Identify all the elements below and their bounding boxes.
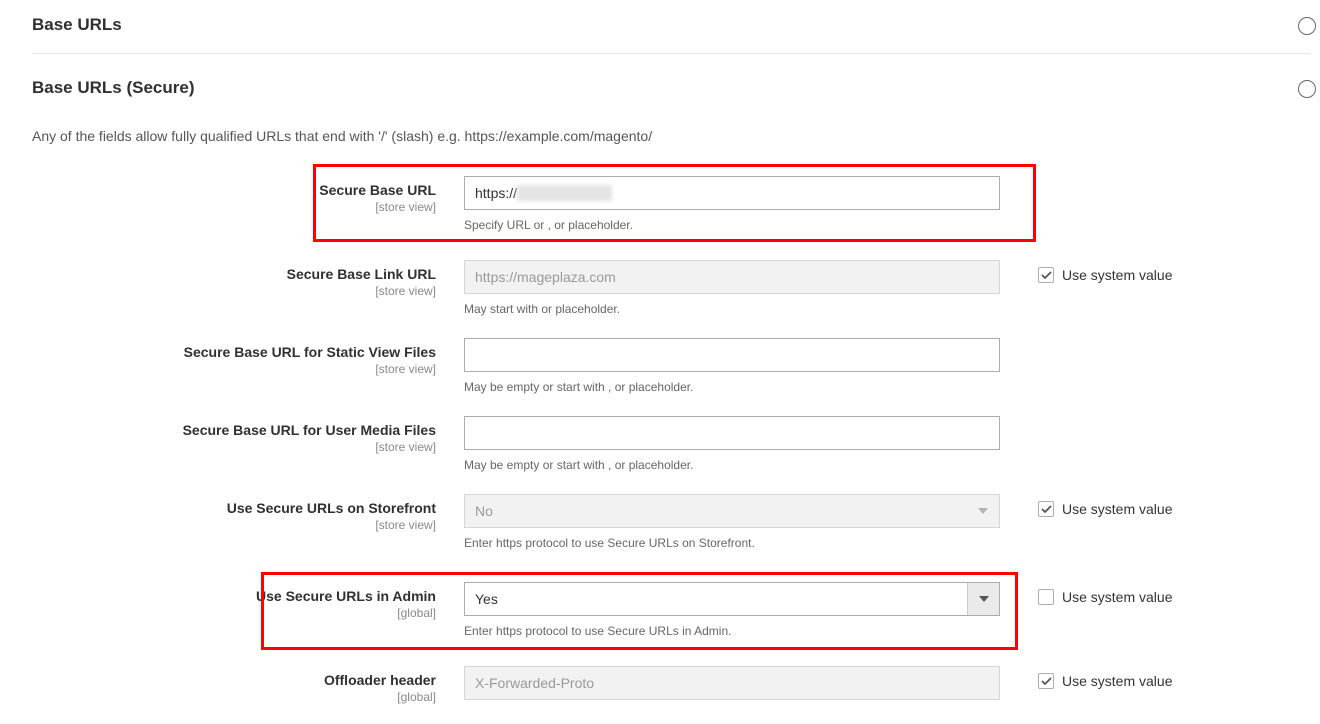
use-system-value-checkbox[interactable] (1038, 589, 1054, 605)
field-scope: [store view] (32, 362, 436, 376)
use-system-value-checkbox[interactable] (1038, 267, 1054, 283)
field-hint: May be empty or start with , or placehol… (464, 380, 1000, 394)
secure-base-link-url-input (464, 260, 1000, 294)
field-scope: [global] (32, 606, 436, 620)
use-system-value-label: Use system value (1062, 673, 1172, 689)
field-hint: May start with or placeholder. (464, 302, 1000, 316)
select-value: Yes (475, 591, 498, 607)
section-title: Base URLs (Secure) (32, 78, 195, 97)
field-hint: Specify URL or , or placeholder. (464, 218, 1000, 232)
use-system-value-label: Use system value (1062, 267, 1172, 283)
section-header-base-urls-secure[interactable]: Base URLs (Secure) (32, 78, 1310, 116)
row-use-secure-storefront: Use Secure URLs on Storefront [store vie… (32, 494, 1310, 550)
use-system-value-label: Use system value (1062, 589, 1172, 605)
row-secure-base-url-static: Secure Base URL for Static View Files [s… (32, 338, 1310, 394)
section-title: Base URLs (32, 15, 122, 34)
field-scope: [store view] (32, 284, 436, 298)
redacted-value (517, 185, 612, 201)
use-system-value-checkbox[interactable] (1038, 673, 1054, 689)
field-label: Use Secure URLs on Storefront (32, 500, 436, 516)
field-hint: Enter https protocol to use Secure URLs … (464, 536, 1000, 550)
chevron-down-icon[interactable] (967, 583, 999, 615)
secure-base-url-static-input[interactable] (464, 338, 1000, 372)
use-secure-admin-select[interactable]: Yes (464, 582, 1000, 616)
collapse-icon[interactable] (1298, 80, 1316, 98)
field-hint: Enter https protocol to use Secure URLs … (464, 624, 1000, 638)
field-label: Use Secure URLs in Admin (32, 588, 436, 604)
input-prefix: https:// (475, 185, 517, 201)
field-label: Secure Base URL for User Media Files (32, 422, 436, 438)
section-header-base-urls[interactable]: Base URLs (32, 15, 1310, 54)
chevron-down-icon (967, 495, 999, 527)
field-label: Offloader header (32, 672, 436, 688)
field-scope: [store view] (32, 440, 436, 454)
intro-text: Any of the fields allow fully qualified … (32, 128, 1310, 144)
row-secure-base-url-media: Secure Base URL for User Media Files [st… (32, 416, 1310, 472)
offloader-header-input (464, 666, 1000, 700)
field-hint: May be empty or start with , or placehol… (464, 458, 1000, 472)
field-label: Secure Base Link URL (32, 266, 436, 282)
row-secure-base-url: Secure Base URL [store view] https:// Sp… (32, 164, 1310, 238)
use-system-value-checkbox[interactable] (1038, 501, 1054, 517)
field-scope: [store view] (32, 518, 436, 532)
field-scope: [store view] (32, 200, 436, 214)
secure-base-url-media-input[interactable] (464, 416, 1000, 450)
field-label: Secure Base URL (32, 182, 436, 198)
field-label: Secure Base URL for Static View Files (32, 344, 436, 360)
select-value: No (475, 503, 493, 519)
row-offloader-header: Offloader header [global] Use system val… (32, 666, 1310, 704)
collapse-icon[interactable] (1298, 17, 1316, 35)
row-secure-base-link-url: Secure Base Link URL [store view] May st… (32, 260, 1310, 316)
secure-base-url-input[interactable]: https:// (464, 176, 1000, 210)
use-system-value-label: Use system value (1062, 501, 1172, 517)
use-secure-storefront-select: No (464, 494, 1000, 528)
row-use-secure-admin: Use Secure URLs in Admin [global] Yes En… (32, 572, 1310, 644)
field-scope: [global] (32, 690, 436, 704)
